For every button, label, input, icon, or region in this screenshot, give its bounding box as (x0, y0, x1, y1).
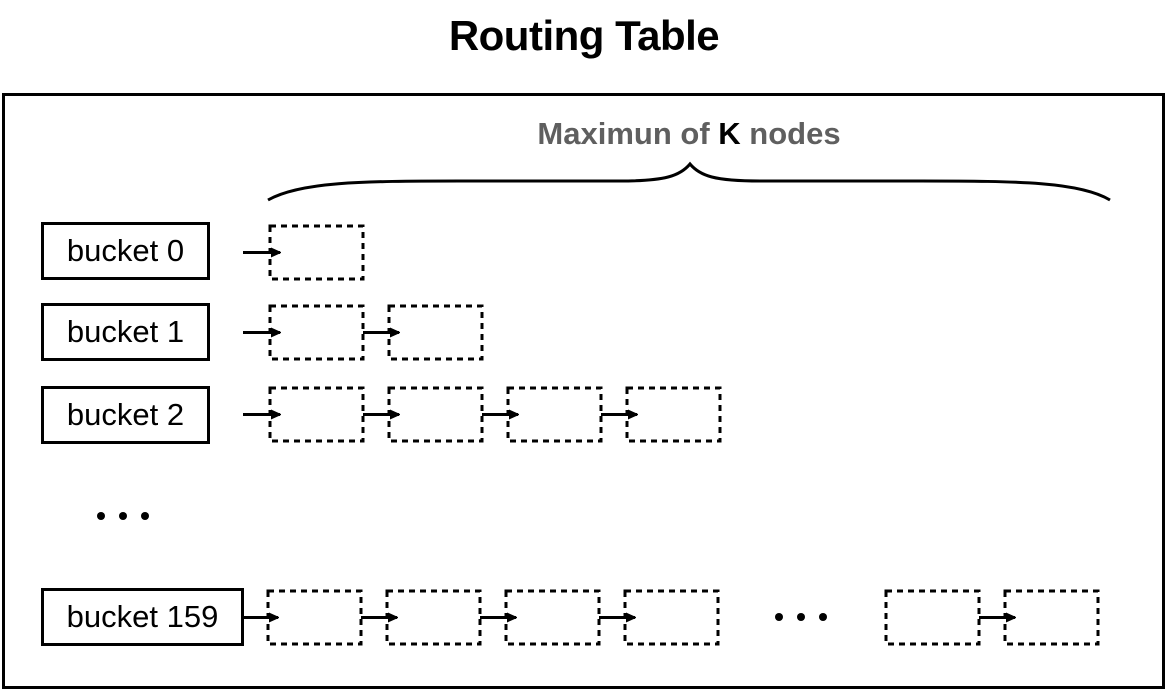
capacity-brace (267, 161, 1111, 202)
node-slot (268, 304, 365, 361)
bucket-0-box: bucket 0 (41, 222, 210, 280)
node-slot (387, 304, 484, 361)
node-slot (1003, 589, 1100, 646)
node-slot (385, 589, 482, 646)
node-slot (506, 386, 603, 443)
node-slot (266, 589, 363, 646)
bucket-159-box: bucket 159 (41, 588, 244, 646)
bucket-label: bucket 1 (66, 314, 185, 349)
bucket-2-box: bucket 2 (41, 386, 210, 444)
bucket-label: bucket 2 (66, 397, 185, 432)
ellipsis-dot (819, 613, 827, 621)
bucket-label: bucket 159 (66, 599, 219, 634)
node-slot (884, 589, 981, 646)
rows-omitted-ellipsis (97, 512, 149, 520)
ellipsis-dot (141, 512, 149, 520)
bucket-1-box: bucket 1 (41, 303, 210, 361)
node-slot (504, 589, 601, 646)
node-slot (387, 386, 484, 443)
ellipsis-dot (775, 613, 783, 621)
ellipsis-dot (97, 512, 105, 520)
ellipsis-dot (797, 613, 805, 621)
bucket-label: bucket 0 (66, 233, 185, 268)
node-slot (268, 224, 365, 281)
ellipsis-dot (119, 512, 127, 520)
node-slot (268, 386, 365, 443)
node-slot (625, 386, 722, 443)
nodes-omitted-ellipsis (775, 613, 827, 621)
node-slot (623, 589, 720, 646)
